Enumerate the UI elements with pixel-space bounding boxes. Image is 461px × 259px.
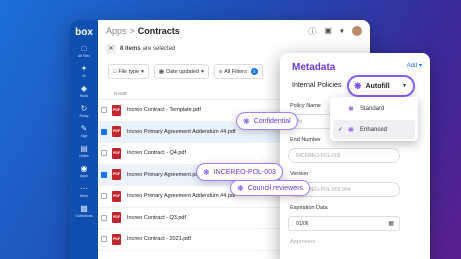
all-filters-button[interactable]: ≡ All Filters 2: [213, 64, 263, 79]
file-name[interactable]: Increo Primary Agreement Addendum #4.pdf: [127, 129, 236, 135]
ai-icon: ✦: [80, 64, 88, 73]
file-name[interactable]: Increo Contract - 2021.pdf: [127, 236, 191, 242]
box-logo[interactable]: box: [70, 27, 98, 38]
left-nav-rail: box □ All Files ✦ AI ◆ Hubs ↻ Relay ✎ Sign ▤ N…: [70, 20, 98, 259]
rail-item-collections[interactable]: ▩ Collections: [70, 204, 98, 219]
chevron-down-icon: ▾: [418, 63, 422, 69]
autofill-button[interactable]: ❋ Autofill ▼: [347, 75, 415, 97]
rail-item-relay[interactable]: ↻ Relay: [70, 104, 98, 119]
rail-item-sign[interactable]: ✎ Sign: [70, 124, 98, 139]
pill-label: Council reviewers: [247, 184, 303, 192]
more-icon: ⋯: [80, 184, 88, 193]
file-name[interactable]: Increo Primary Agreement Addendum #4.pdf: [127, 193, 236, 199]
row-checkbox[interactable]: [101, 150, 107, 157]
filter-label: Date updated: [166, 68, 200, 75]
avatar[interactable]: [352, 26, 362, 36]
chevron-down-icon: ▾: [201, 68, 204, 75]
end-number-field[interactable]: INCEREO-POL-003: [288, 148, 400, 163]
file-icon: □: [113, 68, 117, 75]
pdf-icon: PDF: [112, 126, 121, 138]
file-name[interactable]: Increo Contract - Template.pdf: [127, 107, 201, 113]
relay-icon: ↻: [80, 104, 88, 113]
rail-item-ai[interactable]: ✦ AI: [70, 64, 98, 79]
template-name: Internal Policies: [292, 82, 342, 89]
apps-icon: ◉: [80, 164, 88, 173]
help-icon[interactable]: ⓘ: [308, 26, 316, 37]
bell-icon[interactable]: ♦: [340, 26, 344, 37]
pill-label: Confidential: [253, 117, 291, 125]
pdf-icon: PDF: [112, 169, 121, 181]
ai-sparkle-icon: ❋: [354, 80, 362, 91]
breadcrumb-current: Contracts: [137, 26, 180, 36]
folder-icon: □: [81, 44, 87, 53]
filter-count-badge: 2: [250, 68, 258, 75]
ai-sparkle-icon: ❋: [237, 183, 244, 193]
menu-item-label: Enhanced: [360, 126, 388, 133]
notes-icon: ▤: [80, 144, 88, 153]
ai-sparkle-icon: ❋: [243, 116, 250, 126]
expiration-date-field[interactable]: 01/06 ▦: [288, 216, 400, 231]
version-label: Version: [290, 171, 309, 177]
add-metadata-button[interactable]: Add ▾: [407, 62, 422, 69]
collections-icon: ▩: [80, 204, 88, 213]
metadata-title: Metadata: [292, 62, 336, 73]
confidential-pill: ❋ Confidential: [236, 112, 298, 130]
row-checkbox[interactable]: [101, 107, 107, 114]
pill-label: INCEREO-POL-003: [213, 168, 276, 176]
autofill-menu: ❋ Standard ✓ ❋ Enhanced: [330, 97, 418, 141]
file-name[interactable]: Increo Primary Agreement.pdf: [127, 172, 200, 178]
menu-item-enhanced[interactable]: ✓ ❋ Enhanced: [333, 120, 415, 139]
sign-icon: ✎: [80, 124, 88, 133]
file-type-filter[interactable]: □ File type ▾: [108, 64, 149, 79]
rail-item-notes[interactable]: ▤ Notes: [70, 144, 98, 159]
rail-item-all-files[interactable]: □ All Files: [70, 44, 98, 59]
expiration-date-label: Expiration Data: [290, 205, 328, 211]
chevron-down-icon: ▾: [141, 68, 144, 75]
pdf-icon: PDF: [112, 147, 121, 159]
expiration-date-value: 01/06: [296, 220, 309, 227]
approvers-label: Approvers: [290, 239, 316, 245]
policy-name-label: Policy Name: [290, 103, 321, 109]
row-checkbox[interactable]: [101, 171, 107, 178]
date-updated-filter[interactable]: ▦ Date updated ▾: [153, 64, 209, 79]
end-number-label: End Number: [290, 137, 321, 143]
rail-item-hubs[interactable]: ◆ Hubs: [70, 84, 98, 99]
policy-id-pill: ❋ INCEREO-POL-003: [196, 163, 283, 181]
council-reviewers-pill: ❋ Council reviewers: [230, 180, 310, 196]
row-checkbox[interactable]: [101, 193, 107, 200]
breadcrumb-separator: >: [129, 26, 135, 36]
sliders-icon: ≡: [218, 68, 223, 75]
tasks-icon[interactable]: ▣: [324, 26, 332, 37]
pdf-icon: PDF: [112, 190, 121, 202]
hubs-icon: ◆: [80, 84, 88, 93]
filter-label: All Filters: [224, 68, 247, 75]
breadcrumb-root[interactable]: Apps: [106, 26, 127, 36]
file-name[interactable]: Increo Contract - Q3.pdf: [127, 215, 186, 221]
top-icons: ⓘ ▣ ♦: [308, 26, 362, 37]
rail-item-more[interactable]: ⋯ More: [70, 184, 98, 199]
add-label: Add: [406, 63, 418, 69]
menu-item-standard[interactable]: ❋ Standard: [333, 99, 415, 118]
pdf-icon: PDF: [112, 212, 121, 224]
file-name[interactable]: Increo Contract - Q4.pdf: [127, 150, 186, 156]
row-checkbox[interactable]: [101, 236, 107, 243]
row-checkbox[interactable]: [101, 214, 107, 221]
chevron-down-icon: ▼: [402, 83, 407, 89]
pdf-icon: PDF: [112, 233, 121, 245]
menu-item-label: Standard: [360, 105, 385, 112]
filter-label: File type: [118, 68, 140, 75]
selection-count: 8 items: [120, 46, 141, 52]
calendar-icon: ▦: [158, 68, 165, 75]
ai-sparkle-icon: ❋: [348, 105, 354, 113]
ai-sparkle-icon: ❋: [203, 167, 210, 177]
check-icon: ✓: [338, 127, 344, 133]
ai-sparkle-plus-icon: ❋: [348, 126, 354, 134]
calendar-icon[interactable]: ▦: [388, 220, 394, 227]
pdf-icon: PDF: [112, 104, 121, 116]
autofill-label: Autofill: [365, 82, 390, 90]
clear-selection-button[interactable]: ✕: [106, 44, 116, 54]
selection-suffix: are selected: [142, 46, 176, 52]
rail-item-apps[interactable]: ◉ Apps: [70, 164, 98, 179]
row-checkbox[interactable]: [101, 128, 107, 135]
